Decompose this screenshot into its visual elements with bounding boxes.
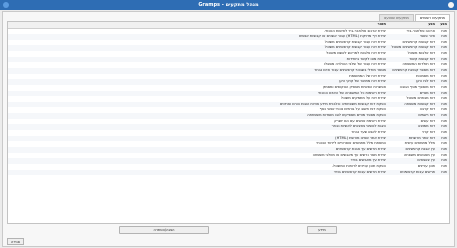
tab-bar: מתקעים רשומים מתקעים שנטענו [378,14,450,22]
close-window-icon[interactable] [448,2,454,8]
table-row[interactable]: תוח תרשים עבות קרפשינים יצירת תרשים עבות ק… [8,169,449,176]
close-button[interactable]: סגירה [7,238,24,245]
plugin-manager-window: מתקעים רשומים מתקעים שנטענו מנע מנע תאור… [2,11,455,247]
plugin-list-panel: מנע מנע תאור תוח ארכוב פולחבר-ביר יצירת אר… [7,21,450,224]
row-name-cell: דוח מספר קבוצת קרפשינים [388,67,437,74]
window-title: Gramps - מנהל מתקעים [198,1,259,8]
row-name-cell: תרשים עבות קרפשינים [388,169,437,176]
toggle-button[interactable]: הצגה/הסתרה [119,226,209,234]
button-row: הצגה/הסתרה מידע [7,226,450,235]
row-type-cell: תוח [437,169,449,176]
info-button[interactable]: מידע [307,226,337,234]
plugin-table: מנע מנע תאור תוח ארכוב פולחבר-ביר יצירת אר… [8,22,449,176]
row-description-cell: יצירת תרשים עבות קרפשינים בודד [8,169,388,176]
title-bar: Gramps - מנהל מתקעים [0,0,457,10]
